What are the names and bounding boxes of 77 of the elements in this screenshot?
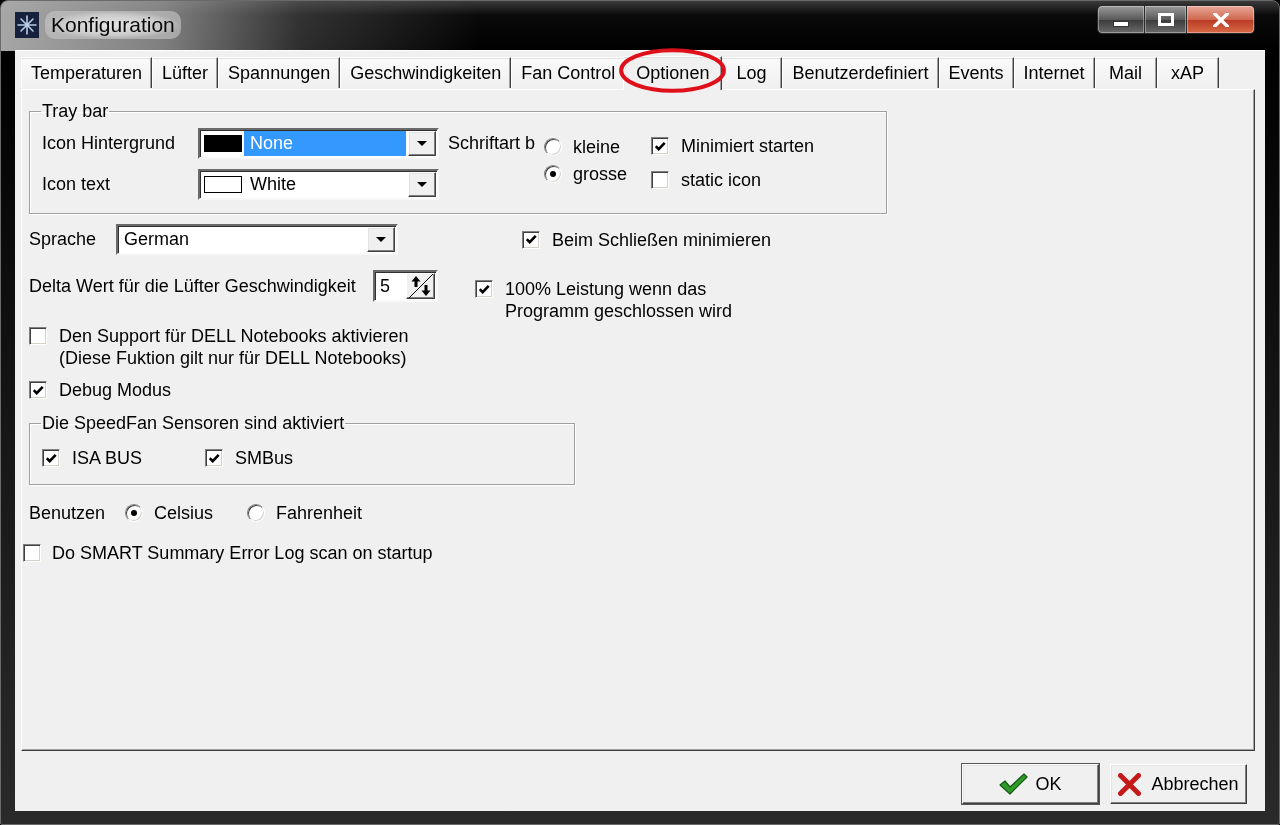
checkmark-icon (32, 385, 44, 395)
maximize-icon (1157, 13, 1174, 26)
checkbox-label: Den Support für DELL Notebooks aktivieren (Diese Fuktion gilt nur für DELL Notebooks) (59, 325, 409, 369)
dropdown-value: None (244, 131, 406, 156)
window-title: Konfiguration (45, 10, 181, 39)
minimize-button[interactable] (1097, 5, 1145, 34)
group-label: Die SpeedFan Sensoren sind aktiviert (41, 413, 346, 433)
checkmark-icon (525, 235, 537, 244)
minimize-icon (1113, 20, 1129, 27)
tab[interactable]: Log (720, 57, 783, 88)
checkbox[interactable] (29, 381, 47, 399)
checkbox[interactable] (522, 230, 540, 249)
ok-button[interactable]: OK (962, 764, 1099, 804)
caret-down-icon (417, 182, 427, 187)
checkbox[interactable] (475, 280, 493, 298)
radio-label: kleine (573, 135, 621, 158)
tab[interactable]: Benutzerdefiniert (782, 57, 939, 88)
dropdown-value: White (249, 173, 297, 196)
dropdown-button[interactable] (408, 131, 436, 156)
cross-icon (1118, 772, 1142, 796)
checkbox[interactable] (651, 171, 669, 189)
tab[interactable]: Spannungen (218, 57, 341, 88)
radio-label: Celsius (154, 502, 214, 524)
checkbox-label: ISA BUS (72, 447, 143, 469)
spin-value: 5 (379, 275, 391, 298)
tab[interactable]: Lüfter (152, 57, 219, 88)
tab[interactable]: Temperaturen (21, 57, 153, 88)
checkmark-icon (208, 453, 220, 463)
checkbox-label: Beim Schließen minimieren (552, 228, 772, 251)
checkbox[interactable] (42, 449, 60, 467)
checkbox-label: Debug Modus (59, 379, 172, 401)
checkbox-label: SMBus (235, 447, 294, 469)
up-down-arrows-icon (408, 274, 433, 298)
dropdown[interactable]: German (116, 224, 398, 255)
radio-button[interactable] (544, 164, 562, 183)
checkbox[interactable] (205, 449, 223, 467)
radio-button[interactable] (125, 504, 143, 522)
field-label: Icon text (42, 173, 112, 196)
tab[interactable]: Internet (1013, 57, 1095, 88)
dropdown-button[interactable] (367, 227, 395, 252)
field-label: Benutzen (29, 502, 107, 524)
close-button[interactable] (1187, 5, 1255, 34)
spin-field[interactable]: 5 (373, 270, 438, 302)
checkmark-icon (999, 773, 1029, 795)
caret-down-icon (376, 237, 386, 242)
spin-button[interactable] (406, 273, 435, 299)
dropdown-button[interactable] (408, 172, 436, 197)
dropdown[interactable]: White (198, 169, 439, 200)
checkbox-label: Minimiert starten (681, 135, 815, 157)
checkmark-icon (654, 141, 666, 151)
cancel-button[interactable]: Abbrechen (1110, 764, 1247, 804)
checkbox[interactable] (651, 137, 669, 155)
checkbox-label: Do SMART Summary Error Log scan on startup (52, 542, 433, 564)
radio-label: Fahrenheit (276, 502, 363, 524)
checkbox-label: static icon (681, 169, 762, 191)
tab[interactable]: xAP (1156, 57, 1219, 88)
tab[interactable]: Geschwindigkeiten (340, 57, 512, 88)
checkbox[interactable] (23, 544, 41, 562)
field-label: Delta Wert für die Lüfter Geschwindigkeit (29, 275, 357, 298)
checkbox[interactable] (29, 327, 47, 345)
field-label: Sprache (29, 228, 98, 251)
checkmark-icon (478, 284, 490, 294)
radio-button[interactable] (247, 504, 265, 522)
group-label: Tray bar (41, 101, 110, 121)
tab[interactable]: Fan Control (511, 57, 626, 88)
field-label: Schriftart b (448, 132, 537, 155)
checkbox-label: 100% Leistung wenn das Programm geschlossen wird (505, 278, 733, 322)
dropdown-value: German (123, 228, 191, 251)
maximize-button[interactable] (1145, 5, 1187, 34)
close-icon (1212, 12, 1229, 27)
tab[interactable]: Events (938, 57, 1014, 88)
asterisk-icon (15, 11, 39, 38)
caret-down-icon (417, 141, 427, 146)
field-label: Icon Hintergrund (42, 132, 177, 155)
radio-label: grosse (573, 162, 628, 185)
checkmark-icon (45, 453, 57, 463)
tab[interactable]: Mail (1094, 57, 1157, 88)
